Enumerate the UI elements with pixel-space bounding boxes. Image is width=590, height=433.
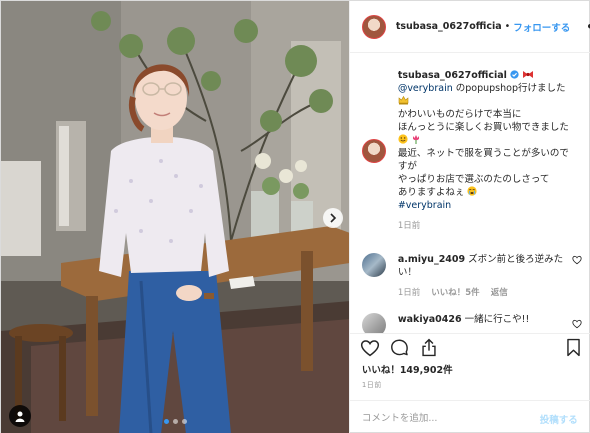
caption: tsubasa_0627official @verybrain のpopupsh… <box>361 69 582 244</box>
comment-text: 一緒に行こや!! <box>464 314 530 325</box>
avatar[interactable] <box>361 14 386 39</box>
comment-username[interactable]: a.miyu_2409 <box>398 254 465 265</box>
verified-badge-icon <box>510 70 519 79</box>
photo-scene <box>1 1 349 433</box>
chevron-right-icon <box>330 213 337 223</box>
next-photo-button[interactable] <box>323 208 343 228</box>
avatar[interactable] <box>361 313 386 333</box>
comments-list: tsubasa_0627official @verybrain のpopupsh… <box>350 53 590 333</box>
caption-line-7: ありますよねぇ <box>397 187 465 198</box>
post-header: tsubasa_0627officia • フォローする ••• <box>349 1 590 53</box>
caption-username[interactable]: tsubasa_0627official <box>398 70 507 81</box>
avatar[interactable] <box>361 139 386 163</box>
caption-time: 1日前 <box>397 221 421 231</box>
comment-username[interactable]: wakiya0426 <box>398 314 462 325</box>
comment-likes[interactable]: いいね！5件 <box>431 288 479 298</box>
post-date: 1日前 <box>361 381 382 389</box>
caption-line-6: やっぱりお店で選ぶのたのしさって <box>397 174 550 185</box>
comment-body: a.miyu_2409 ズボン前と後ろ逆みたい！ 1日前 いいね！5件 返信 <box>398 253 564 300</box>
caption-line-4: 最近、ネットで服を買うことが多いので <box>397 148 569 159</box>
post-actions: いいね！149,902件 1日前 投稿する <box>349 333 590 433</box>
carousel-dot <box>164 419 169 424</box>
crown-emoji <box>398 95 409 105</box>
smile-emoji <box>398 134 408 144</box>
comment-input[interactable] <box>361 409 522 427</box>
caption-line-1: のpopupshop行けました <box>452 83 566 94</box>
comment-time: 1日前 <box>397 288 421 298</box>
comment-item: wakiya0426 一緒に行こや!! <box>361 313 582 333</box>
carousel-dot <box>182 419 187 424</box>
caption-line-5: すが <box>397 161 417 172</box>
share-icon[interactable] <box>420 338 438 357</box>
red-bow-emoji <box>522 71 533 78</box>
more-options-button[interactable]: ••• <box>586 20 590 34</box>
caption-line-2: かわいいものだらけで本当に <box>397 109 522 120</box>
post-comment-button[interactable]: 投稿する <box>540 412 578 426</box>
comment-body: wakiya0426 一緒に行こや!! <box>398 313 564 326</box>
carousel-dot <box>173 419 178 424</box>
avatar[interactable] <box>361 253 386 277</box>
heart-icon[interactable] <box>360 338 380 357</box>
user-tag-icon <box>15 411 25 422</box>
header-username[interactable]: tsubasa_0627officia <box>396 21 502 32</box>
tagged-users-button[interactable] <box>9 405 31 427</box>
add-comment-bar: 投稿する <box>349 400 590 433</box>
comment-item: a.miyu_2409 ズボン前と後ろ逆みたい！ 1日前 いいね！5件 返信 <box>361 253 582 303</box>
crying-emoji <box>467 186 477 196</box>
caption-body: tsubasa_0627official @verybrain のpopupsh… <box>398 69 578 233</box>
action-icons <box>360 338 582 360</box>
heart-icon[interactable] <box>572 319 582 329</box>
follow-button[interactable]: フォローする <box>513 20 570 34</box>
post-photo[interactable] <box>1 1 349 433</box>
post-sidebar: tsubasa_0627officia • フォローする ••• tsubasa… <box>348 1 590 433</box>
caption-line-3: ほんっとうに楽しくお買い物できました <box>397 122 569 133</box>
comment-icon[interactable] <box>390 338 409 357</box>
bookmark-icon[interactable] <box>566 338 581 357</box>
reply-button[interactable]: 返信 <box>491 288 508 298</box>
header-separator: • <box>504 21 511 32</box>
carousel-dots <box>1 419 349 424</box>
hashtag-link[interactable]: #verybrain <box>398 200 451 211</box>
tulip-emoji <box>412 135 419 144</box>
instagram-post: tsubasa_0627officia • フォローする ••• tsubasa… <box>0 0 590 433</box>
mention-link[interactable]: @verybrain <box>398 83 453 94</box>
likes-count[interactable]: いいね！149,902件 <box>362 362 453 376</box>
heart-icon[interactable] <box>572 255 582 265</box>
